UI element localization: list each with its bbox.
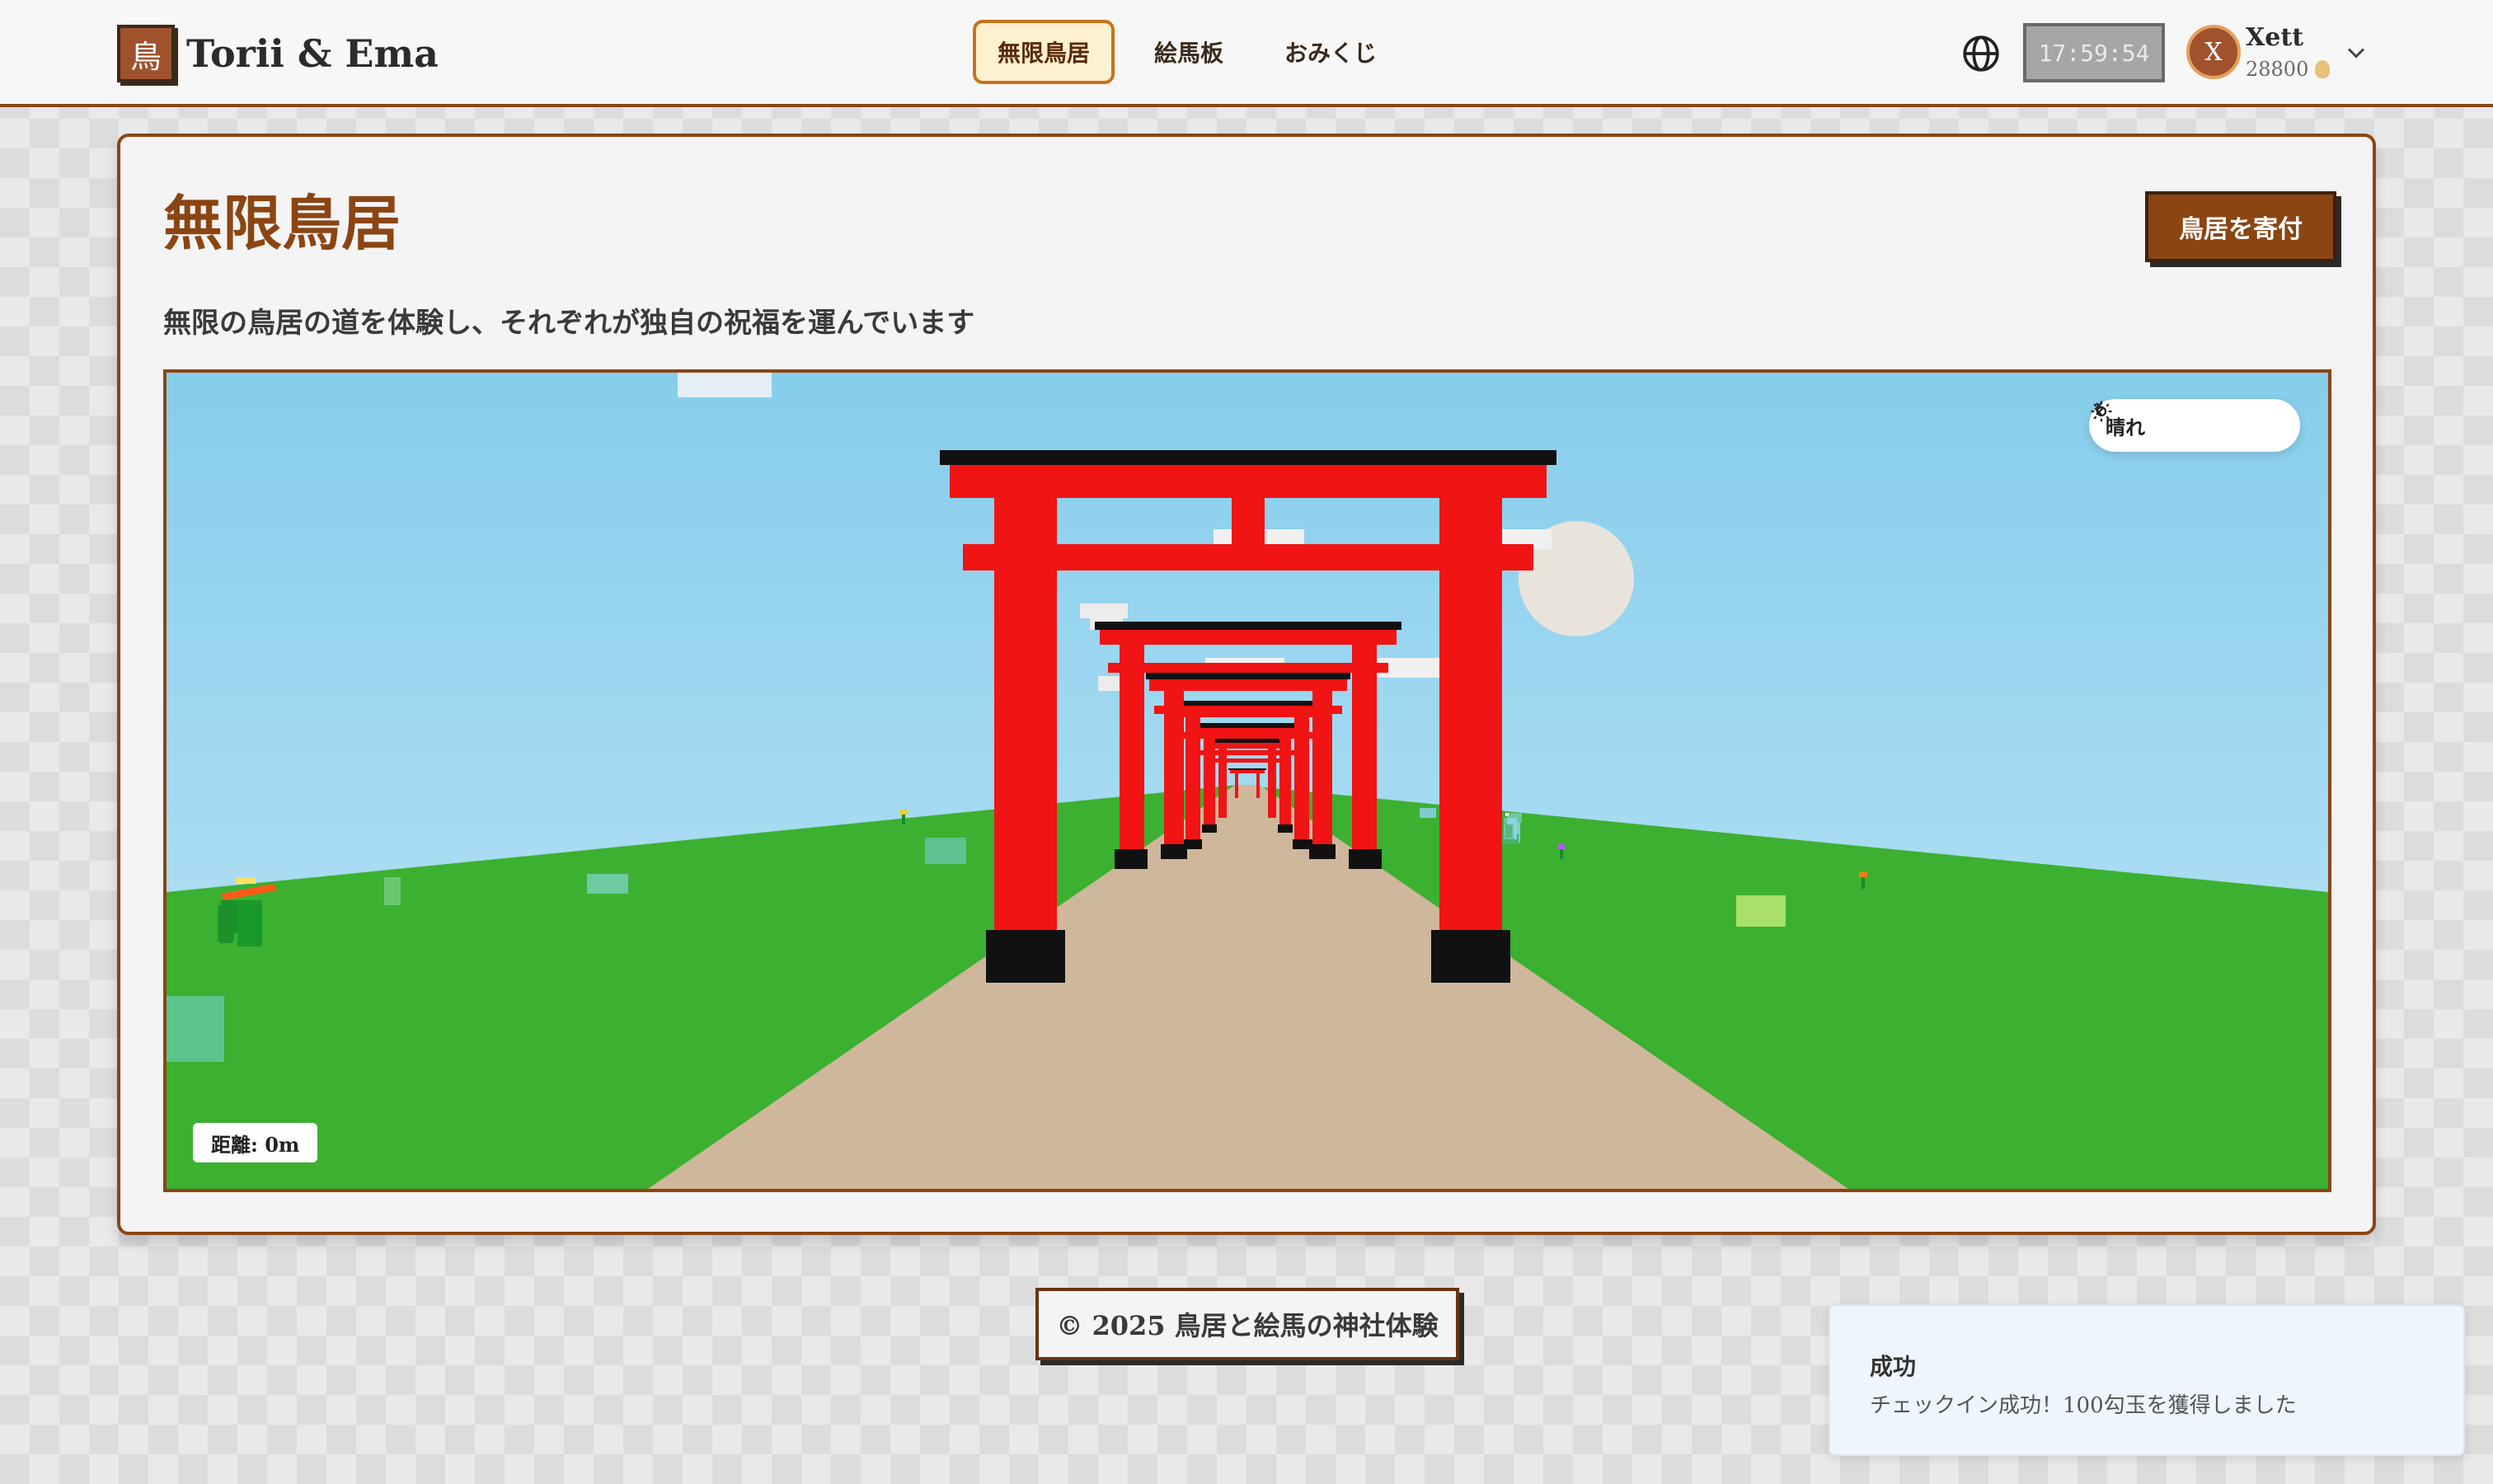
success-toast[interactable]: 成功 チェックイン成功！100勾玉を獲得しました xyxy=(1829,1304,2465,1456)
torii-scene-viewport[interactable]: 晴れ 距離: 0m xyxy=(163,369,2331,1192)
clock-display: 17:59:54 xyxy=(2023,23,2165,82)
nav-item-infinite-torii[interactable]: 無限鳥居 xyxy=(973,20,1115,84)
weather-selector: 晴れ xyxy=(2089,399,2300,452)
bush xyxy=(384,877,401,905)
page-title: 無限鳥居 xyxy=(163,188,401,258)
main-nav: 無限鳥居 絵馬板 おみくじ xyxy=(973,20,1398,84)
nav-item-omikuji[interactable]: おみくじ xyxy=(1263,20,1398,84)
brand-name: Torii & Ema xyxy=(186,31,439,76)
bush xyxy=(1420,808,1436,818)
toast-message: チェックイン成功！100勾玉を獲得しました xyxy=(1870,1393,2297,1418)
avatar[interactable]: X xyxy=(2186,25,2241,79)
coin-icon xyxy=(2315,60,2331,78)
flower xyxy=(1560,848,1563,859)
nav-item-ema-board[interactable]: 絵馬板 xyxy=(1133,20,1245,84)
brand[interactable]: 鳥 Torii & Ema xyxy=(117,25,439,82)
bush xyxy=(167,996,224,1062)
flower xyxy=(1558,844,1565,849)
bush xyxy=(925,838,966,864)
post xyxy=(237,900,262,946)
user-name: Xett xyxy=(2246,23,2304,52)
cloud xyxy=(1080,603,1128,618)
user-coins: 28800 xyxy=(2246,58,2331,81)
flower xyxy=(1859,872,1867,877)
toast-title: 成功 xyxy=(1870,1353,1917,1380)
cloud xyxy=(678,373,772,397)
chevron-right-icon[interactable] xyxy=(2089,399,2109,419)
bush xyxy=(587,874,628,894)
donate-torii-button[interactable]: 鳥居を寄付 xyxy=(2145,191,2336,262)
bush xyxy=(1736,895,1786,927)
page-subtitle: 無限の鳥居の道を体験し、それぞれが独自の祝福を運んでいます xyxy=(163,307,975,340)
flower xyxy=(902,813,905,824)
post xyxy=(219,907,232,943)
torii-scene xyxy=(167,373,2328,1189)
footer-copyright: © 2025 鳥居と絵馬の神社体験 xyxy=(1035,1288,1459,1360)
mini-torii xyxy=(236,877,256,884)
flower xyxy=(1505,813,1509,816)
main-card: 無限鳥居 鳥居を寄付 無限の鳥居の道を体験し、それぞれが独自の祝福を運んでいます xyxy=(117,134,2376,1235)
distance-readout: 距離: 0m xyxy=(193,1123,318,1162)
brand-logo: 鳥 xyxy=(117,25,175,82)
chevron-down-icon[interactable] xyxy=(2341,38,2371,68)
flower xyxy=(1862,876,1865,889)
top-header: 鳥 Torii & Ema 無限鳥居 絵馬板 おみくじ 17:59:54 X X… xyxy=(0,0,2493,107)
coin-count: 28800 xyxy=(2246,58,2309,81)
weather-current: 晴れ xyxy=(2091,401,2145,440)
flower xyxy=(900,810,907,815)
globe-icon[interactable] xyxy=(1960,33,2002,74)
bush xyxy=(1505,824,1512,838)
